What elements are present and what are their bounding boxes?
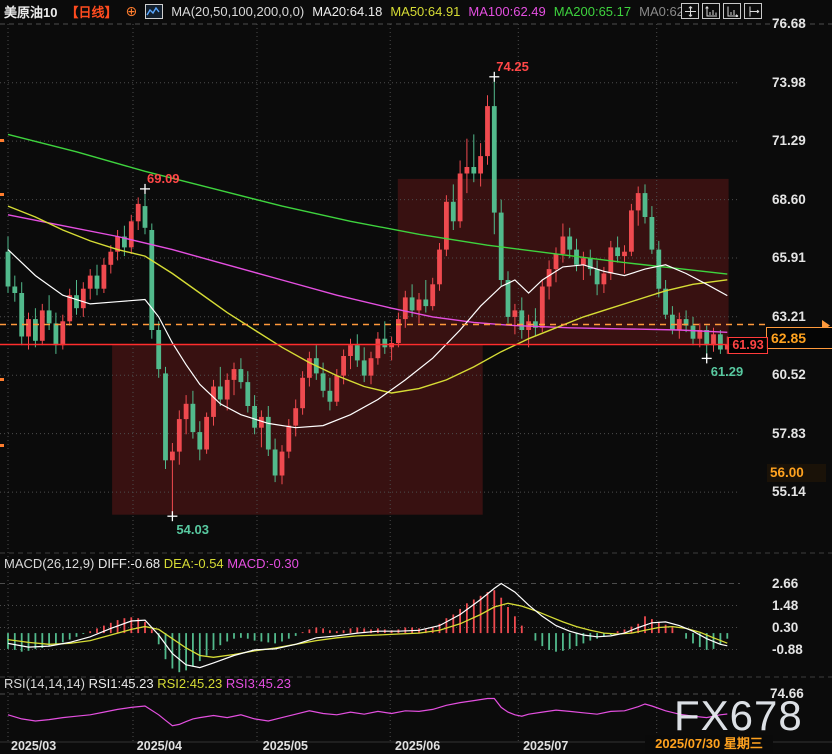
price-axis-tick: 71.29: [772, 133, 806, 148]
ma200-value: MA200:65.17: [554, 4, 631, 19]
watermark: FX678: [674, 692, 803, 740]
chart-canvas[interactable]: [0, 0, 832, 754]
ma100-value: MA100:62.49: [468, 4, 545, 19]
macd-title: MACD(26,12,9): [4, 556, 94, 571]
macd-header: MACD(26,12,9) DIFF:-0.68 DEA:-0.54 MACD:…: [4, 556, 299, 571]
month-label: 2025/04: [137, 739, 182, 753]
rsi2-value: RSI2:45.23: [157, 676, 222, 691]
month-label: 2025/03: [11, 739, 56, 753]
macd-axis-tick: 1.48: [772, 598, 798, 613]
ma-settings-label: MA(20,50,100,200,0,0): [171, 4, 304, 19]
macd-axis-tick: 0.30: [772, 620, 798, 635]
ma-indicator-icon[interactable]: [145, 4, 163, 19]
scale-price-axis-icon[interactable]: [723, 3, 741, 19]
price-axis-tick: 57.83: [772, 426, 806, 441]
rsi1-value: RSI1:45.23: [89, 676, 154, 691]
ma20-value: MA20:64.18: [312, 4, 382, 19]
price-annotation: 74.25: [496, 59, 529, 74]
price-axis-tick: 65.91: [772, 250, 806, 265]
last-price-tag: 61.93: [728, 337, 768, 354]
price-annotation: 54.03: [176, 522, 209, 537]
ma50-value: MA50:64.91: [390, 4, 460, 19]
price-axis-tick: 55.14: [772, 484, 806, 499]
pan-icon[interactable]: [681, 3, 699, 19]
month-label: 2025/05: [263, 739, 308, 753]
rsi-title: RSI(14,14,14): [4, 676, 85, 691]
alert-price-label[interactable]: 62.85: [766, 327, 832, 349]
macd-diff-value: DIFF:-0.68: [98, 556, 160, 571]
rsi-header: RSI(14,14,14) RSI1:45.23 RSI2:45.23 RSI3…: [4, 676, 291, 691]
price-annotation: 69.09: [147, 171, 180, 186]
month-label: 2025/07: [523, 739, 568, 753]
rsi3-value: RSI3:45.23: [226, 676, 291, 691]
period-selector[interactable]: 【日线】: [65, 2, 117, 21]
macd-macd-value: MACD:-0.30: [227, 556, 299, 571]
lower-level-label: 56.00: [767, 464, 826, 482]
macd-axis-tick: 2.66: [772, 576, 798, 591]
price-axis-tick: 76.68: [772, 16, 806, 31]
symbol-name: 美原油10: [4, 2, 57, 21]
price-axis-tick: 73.98: [772, 75, 806, 90]
chart-toolbar: [681, 3, 762, 19]
reset-view-icon[interactable]: [744, 3, 762, 19]
price-annotation: 61.29: [711, 364, 744, 379]
add-indicator-icon[interactable]: ⊕: [125, 3, 137, 20]
price-axis-tick: 60.52: [772, 367, 806, 382]
chart-header: 美原油10 【日线】 ⊕ MA(20,50,100,200,0,0) MA20:…: [4, 2, 688, 21]
price-axis-tick: 68.60: [772, 192, 806, 207]
macd-axis-tick: -0.88: [772, 642, 803, 657]
month-label: 2025/06: [395, 739, 440, 753]
price-axis-tick: 63.21: [772, 309, 806, 324]
scale-time-axis-icon[interactable]: [702, 3, 720, 19]
macd-dea-value: DEA:-0.54: [164, 556, 224, 571]
